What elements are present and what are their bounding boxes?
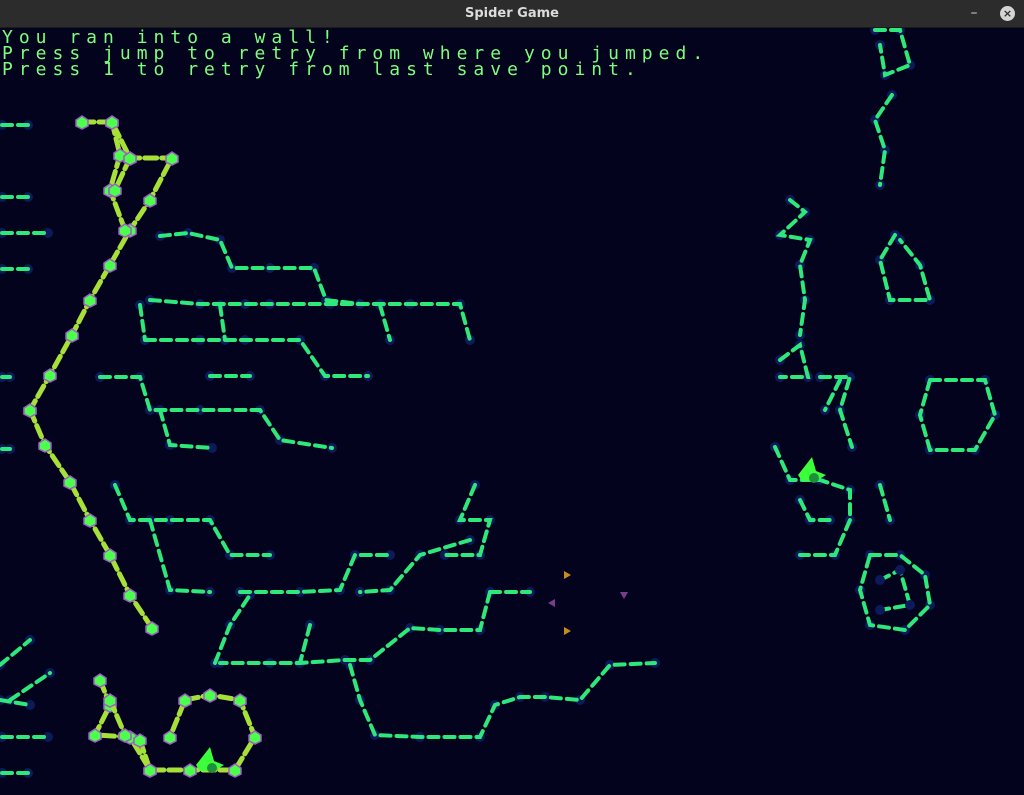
web-strand <box>298 623 312 665</box>
game-scene <box>0 28 1000 778</box>
anchor-hex <box>233 693 247 708</box>
web-strand <box>378 303 392 342</box>
anchor-hex <box>83 513 97 528</box>
web-strand <box>113 483 272 557</box>
web-strand <box>917 378 998 452</box>
web-strand <box>0 698 32 707</box>
web-strand <box>148 518 212 594</box>
anchor-hex <box>145 621 159 636</box>
window-title: Spider Game <box>465 6 559 21</box>
anchor-hex <box>103 693 117 708</box>
anchor-hex <box>93 673 107 688</box>
anchor-hex <box>103 258 117 273</box>
web-node <box>875 575 885 585</box>
close-button[interactable]: × <box>1000 6 1015 21</box>
bug-icon <box>620 592 628 599</box>
anchor-hex <box>165 151 179 166</box>
anchor-hex <box>118 223 132 238</box>
anchor-hex <box>23 403 37 418</box>
web-strand <box>0 638 32 667</box>
web-strand <box>158 408 214 450</box>
anchor-hex <box>38 438 52 453</box>
web-strand <box>775 198 813 337</box>
close-icon: × <box>1002 7 1013 20</box>
web-strand <box>8 671 52 702</box>
web-strand <box>348 661 657 739</box>
anchor-hex <box>88 728 102 743</box>
anchor-strand <box>27 119 177 413</box>
web-node <box>875 605 885 615</box>
web-strand <box>878 483 892 522</box>
web-strands <box>0 28 998 775</box>
web-node <box>895 565 905 575</box>
anchor-hex <box>178 693 192 708</box>
web-strand <box>238 553 392 594</box>
anchor-hex <box>65 328 79 343</box>
anchor-hex <box>143 763 157 778</box>
anchor-hex <box>108 183 122 198</box>
anchor-hex <box>133 733 147 748</box>
anchor-hex <box>43 368 57 383</box>
spider-body <box>809 473 819 483</box>
web-strand <box>873 28 913 78</box>
game-canvas[interactable]: You ran into a wall! Press jump to retry… <box>0 28 1024 795</box>
anchor-hex <box>183 763 197 778</box>
web-strand <box>872 93 894 187</box>
spider-body <box>207 763 217 773</box>
web-strand <box>857 553 933 633</box>
anchor-hex <box>75 115 89 130</box>
anchor-hex <box>103 548 117 563</box>
web-strand <box>218 590 492 665</box>
anchor-hex <box>123 151 137 166</box>
anchor-hex <box>143 193 157 208</box>
anchor-hex <box>248 730 262 745</box>
bug-icon <box>564 571 571 579</box>
anchor-hex <box>123 588 137 603</box>
web-strand <box>877 233 933 302</box>
bug-icon <box>548 599 555 607</box>
web-strand <box>143 338 370 378</box>
anchor-hex <box>83 293 97 308</box>
bug-icon <box>564 627 571 635</box>
web-strand <box>798 498 832 522</box>
anchor-hex <box>105 115 119 130</box>
web-strand <box>98 375 334 450</box>
window-titlebar: Spider Game – × <box>0 0 1024 28</box>
anchor-hex <box>63 475 77 490</box>
web-strand <box>358 538 472 594</box>
web-strand <box>823 378 842 412</box>
anchor-hex <box>118 728 132 743</box>
message-line-3: Press 1 to retry from last save point. <box>2 59 642 80</box>
minimize-icon: – <box>970 5 978 21</box>
web-strand <box>138 303 147 342</box>
web-strand <box>218 303 227 342</box>
anchor-hex <box>228 763 242 778</box>
web-strand <box>158 230 362 306</box>
web-node <box>905 600 915 610</box>
anchor-hex <box>203 688 217 703</box>
anchor-hex <box>163 730 177 745</box>
minimize-button[interactable]: – <box>964 2 984 24</box>
